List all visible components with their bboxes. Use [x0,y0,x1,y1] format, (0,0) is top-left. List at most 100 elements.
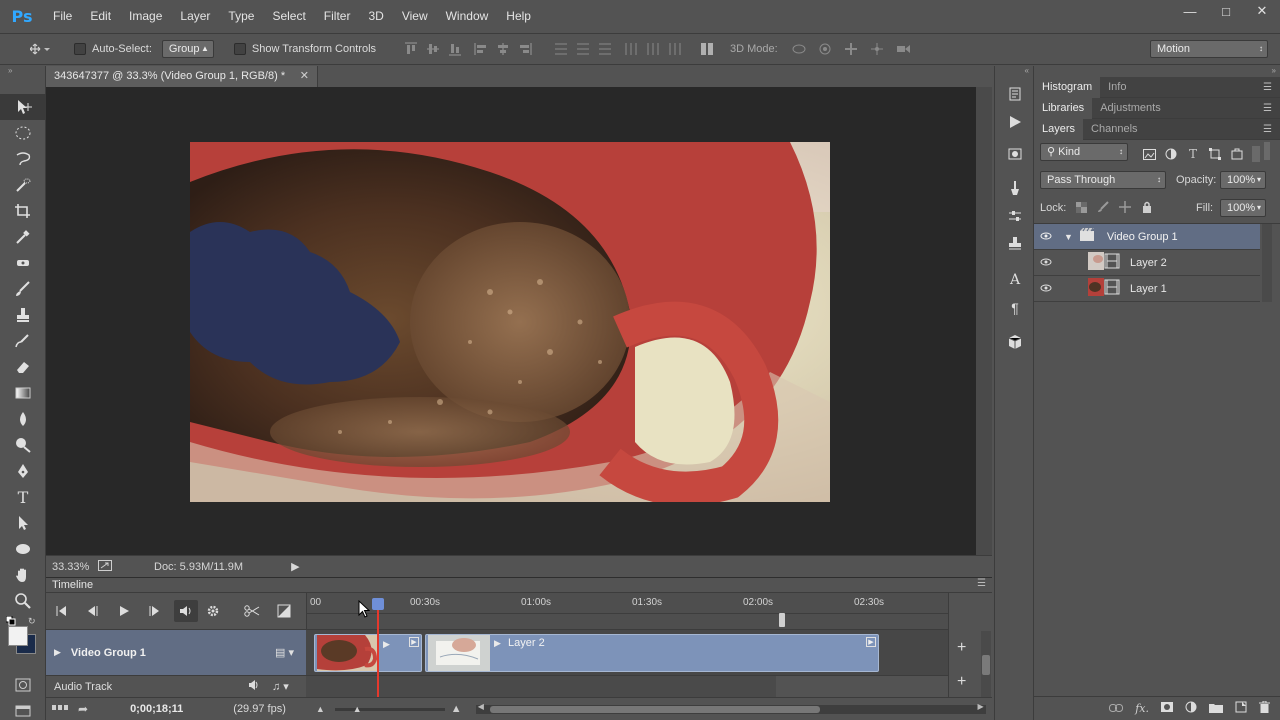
tab-adjustments[interactable]: Adjustments [1092,98,1169,119]
brush-tool-icon[interactable] [0,276,46,302]
audio-track-menu-icon[interactable]: ♫ ▾ [272,680,289,693]
3d-roll-icon[interactable] [812,38,838,60]
clip-layer-1[interactable]: ▶ ▶ [314,634,422,672]
tab-channels[interactable]: Channels [1083,119,1145,140]
lock-transparent-icon[interactable] [1070,196,1092,218]
menu-layer[interactable]: Layer [171,0,219,33]
video-track-area[interactable]: ▶ ▶ ▶ Layer 2 ▶ [306,629,948,675]
ellipse-tool-icon[interactable] [0,536,46,562]
lasso-tool-icon[interactable] [0,146,46,172]
blur-tool-icon[interactable] [0,406,46,432]
filter-pixel-icon[interactable] [1138,143,1160,165]
clip-layer-2[interactable]: ▶ Layer 2 ▶ [425,634,879,672]
lock-pixels-icon[interactable] [1092,196,1114,218]
distribute-bottom-icon[interactable] [594,38,616,60]
move-tool-icon[interactable] [0,94,46,120]
visibility-eye-icon[interactable] [1034,257,1058,269]
menu-select[interactable]: Select [263,0,314,33]
film-strip-menu-icon[interactable]: ▤ ▾ [275,646,294,659]
clip-menu-icon[interactable]: ▶ [866,637,876,647]
panel-menu-icon[interactable]: ☰ [1263,119,1272,140]
brush-presets-icon[interactable] [995,174,1035,202]
pen-tool-icon[interactable] [0,458,46,484]
collapse-icon[interactable]: » [0,66,45,80]
spot-healing-brush-icon[interactable] [0,250,46,276]
minimize-icon[interactable]: — [1172,0,1208,22]
audio-track-area[interactable] [306,675,948,697]
clone-source-icon[interactable] [995,230,1035,258]
swap-colors-icon[interactable]: ↻ [28,616,36,627]
play-icon[interactable] [108,600,140,622]
status-menu-arrow-icon[interactable]: ▶ [291,560,299,573]
current-timecode[interactable]: 0;00;18;11 [130,703,183,715]
quick-mask-icon[interactable] [0,672,46,698]
tab-info[interactable]: Info [1100,77,1134,98]
document-tab[interactable]: 343647377 @ 33.3% (Video Group 1, RGB/8)… [46,66,318,87]
add-mask-icon[interactable] [1161,702,1173,715]
history-brush-tool-icon[interactable] [0,328,46,354]
brush-panel-icon[interactable] [995,202,1035,230]
expand-track-icon[interactable]: ▶ [54,647,61,658]
dock-collapse-icon[interactable]: « [995,66,1033,80]
menu-3d[interactable]: 3D [359,0,392,33]
layer-row-video-group[interactable]: ▼ Video Group 1 [1034,224,1260,250]
convert-to-frame-icon[interactable] [52,703,68,715]
new-group-folder-icon[interactable] [1209,702,1223,716]
menu-type[interactable]: Type [219,0,263,33]
panel-menu-icon[interactable]: ☰ [1263,98,1272,119]
audio-track-mute-icon[interactable] [248,680,260,693]
filter-toggle-switch[interactable] [1252,146,1260,162]
move-tool-preset-icon[interactable] [24,38,58,60]
layers-scrollbar[interactable] [1262,224,1272,302]
dodge-tool-icon[interactable] [0,432,46,458]
tab-layers[interactable]: Layers [1034,118,1084,140]
align-bottom-icon[interactable] [444,38,466,60]
filter-smart-object-icon[interactable] [1226,143,1248,165]
3d-pan-icon[interactable] [838,38,864,60]
filter-type-icon[interactable]: T [1182,143,1204,165]
elliptical-marquee-tool-icon[interactable] [0,120,46,146]
character-panel-icon[interactable]: A [995,266,1035,294]
playhead-handle[interactable] [372,598,384,610]
export-icon[interactable] [98,559,112,574]
layer-row-layer-1[interactable]: Layer 1 [1034,276,1260,302]
gradient-tool-icon[interactable] [0,380,46,406]
eyedropper-tool-icon[interactable] [0,224,46,250]
type-tool-icon[interactable]: T [0,484,46,510]
align-right-icon[interactable] [514,38,536,60]
3d-slide-icon[interactable] [864,38,890,60]
maximize-icon[interactable]: □ [1208,0,1244,22]
default-colors-icon[interactable] [5,615,16,626]
menu-window[interactable]: Window [437,0,498,33]
canvas-vertical-scrollbar[interactable] [976,87,992,555]
actions-play-icon[interactable] [995,108,1035,136]
add-audio-icon[interactable]: + [957,673,966,691]
distribute-left-icon[interactable] [620,38,642,60]
panel-menu-icon[interactable]: ☰ [1263,77,1272,98]
lock-position-icon[interactable] [1114,196,1136,218]
align-top-icon[interactable] [400,38,422,60]
timeline-vertical-scrollbar[interactable] [981,631,991,697]
filter-shape-icon[interactable] [1204,143,1226,165]
fill-field[interactable]: 100% ▾ [1220,199,1266,217]
history-panel-icon[interactable] [995,80,1035,108]
opacity-field[interactable]: 100% ▾ [1220,171,1266,189]
align-left-icon[interactable] [470,38,492,60]
clone-stamp-tool-icon[interactable] [0,302,46,328]
canvas-area[interactable] [46,87,976,555]
distribute-right-icon[interactable] [664,38,686,60]
menu-edit[interactable]: Edit [81,0,120,33]
zoom-out-timeline-icon[interactable]: ▲ [316,704,325,714]
lock-all-icon[interactable] [1136,196,1158,218]
menu-image[interactable]: Image [120,0,171,33]
video-group-track-header[interactable]: ▶ Video Group 1 ▤ ▾ [46,629,306,675]
timeline-ruler[interactable]: 00 00:30s 01:00s 01:30s 02:00s 02:30s [306,593,949,697]
zoom-level[interactable]: 33.33% [52,561,92,573]
path-selection-tool-icon[interactable] [0,510,46,536]
next-frame-icon[interactable] [140,600,170,622]
filter-adjustment-icon[interactable] [1160,143,1182,165]
audio-mute-icon[interactable] [174,600,198,622]
menu-filter[interactable]: Filter [315,0,360,33]
add-media-icon[interactable]: + [957,639,966,657]
3d-panel-icon[interactable] [995,328,1035,356]
